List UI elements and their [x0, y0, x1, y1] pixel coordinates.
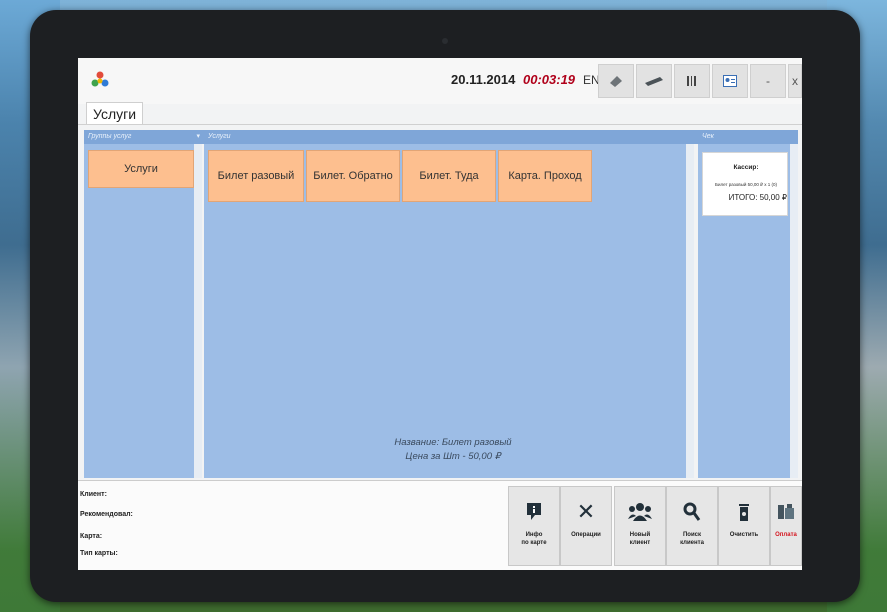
- receipt-total: ИТОГО: 50,00 ₽: [728, 193, 787, 202]
- scale-button[interactable]: [598, 64, 634, 98]
- card-info-label: Инфо по карте: [521, 532, 547, 546]
- new-client-button[interactable]: Новый клиент: [614, 486, 666, 566]
- selected-service-info: Название: Билет разовый Цена за Шт - 50,…: [238, 436, 668, 464]
- card-icon: [645, 77, 663, 86]
- tools-icon: ✕: [576, 499, 596, 524]
- clear-button[interactable]: Очистить: [718, 486, 770, 566]
- front-camera: [442, 38, 448, 44]
- check-scrollbar[interactable]: [790, 144, 798, 478]
- search-icon: [667, 499, 717, 525]
- check-panel-header: Чек: [698, 130, 798, 144]
- session-timer: 00:03:19: [523, 72, 576, 87]
- minus-icon: -: [766, 74, 770, 88]
- contact-card-button[interactable]: [712, 64, 748, 98]
- card-type-label: Тип карты:: [80, 550, 118, 557]
- service-tile-return-ticket[interactable]: Билет. Обратно: [306, 150, 400, 202]
- payment-icon: [771, 499, 801, 525]
- barcode-icon: [687, 76, 696, 86]
- group-tile-services[interactable]: Услуги: [88, 150, 194, 188]
- clear-label: Очистить: [729, 532, 759, 538]
- services-scrollbar[interactable]: [686, 144, 694, 478]
- groups-panel-title: Группы услуг: [88, 133, 132, 140]
- payment-button[interactable]: Оплата: [770, 486, 802, 566]
- app-logo-icon: [91, 71, 109, 87]
- sort-arrow-icon[interactable]: ▾: [196, 130, 200, 144]
- pos-screen: 20.11.2014 00:03:19 EN - x Услуги Группы…: [78, 58, 802, 570]
- minimize-button[interactable]: -: [750, 64, 786, 98]
- close-icon: x: [792, 74, 798, 88]
- contact-card-icon: [723, 75, 737, 87]
- barcode-button[interactable]: [674, 64, 710, 98]
- client-label: Клиент:: [80, 491, 107, 498]
- current-date: 20.11.2014: [451, 72, 516, 87]
- tab-divider: [78, 124, 802, 125]
- trash-icon: [719, 499, 769, 525]
- service-tile-outbound-ticket[interactable]: Билет. Туда: [402, 150, 496, 202]
- top-bar: 20.11.2014 00:03:19 EN - x: [78, 58, 802, 104]
- operations-button[interactable]: ✕ Операции: [560, 486, 612, 566]
- receipt-line: Билет разовый 50,00 ₽ x 1 (0): [715, 182, 777, 187]
- selected-service-name: Название: Билет разовый: [394, 437, 512, 448]
- search-client-label: Поиск клиента: [680, 532, 704, 546]
- close-button[interactable]: x: [788, 64, 802, 98]
- groups-panel: [84, 144, 194, 478]
- service-tile-card-pass[interactable]: Карта. Проход: [498, 150, 592, 202]
- operations-label: Операции: [571, 532, 601, 538]
- groups-panel-header: Группы услуг ▾: [84, 130, 204, 144]
- receipt: Кассир: Билет разовый 50,00 ₽ x 1 (0) ИТ…: [702, 152, 788, 216]
- payment-label: Оплата: [775, 532, 797, 538]
- search-client-button[interactable]: Поиск клиента: [666, 486, 718, 566]
- recommended-label: Рекомендовал:: [80, 511, 133, 518]
- receipt-cashier: Кассир:: [733, 164, 759, 171]
- selected-service-price: Цена за Шт - 50,00 ₽: [405, 451, 501, 462]
- info-icon: [509, 499, 559, 525]
- groups-scrollbar[interactable]: [194, 144, 202, 478]
- scale-icon: [610, 76, 622, 87]
- new-client-label: Новый клиент: [629, 532, 651, 546]
- users-icon: [615, 499, 665, 525]
- card-button[interactable]: [636, 64, 672, 98]
- tab-services[interactable]: Услуги: [86, 102, 144, 124]
- service-tile-single-ticket[interactable]: Билет разовый: [208, 150, 304, 202]
- card-label: Карта:: [80, 533, 103, 540]
- services-panel-header: Услуги: [204, 130, 698, 144]
- card-info-button[interactable]: Инфо по карте: [508, 486, 560, 566]
